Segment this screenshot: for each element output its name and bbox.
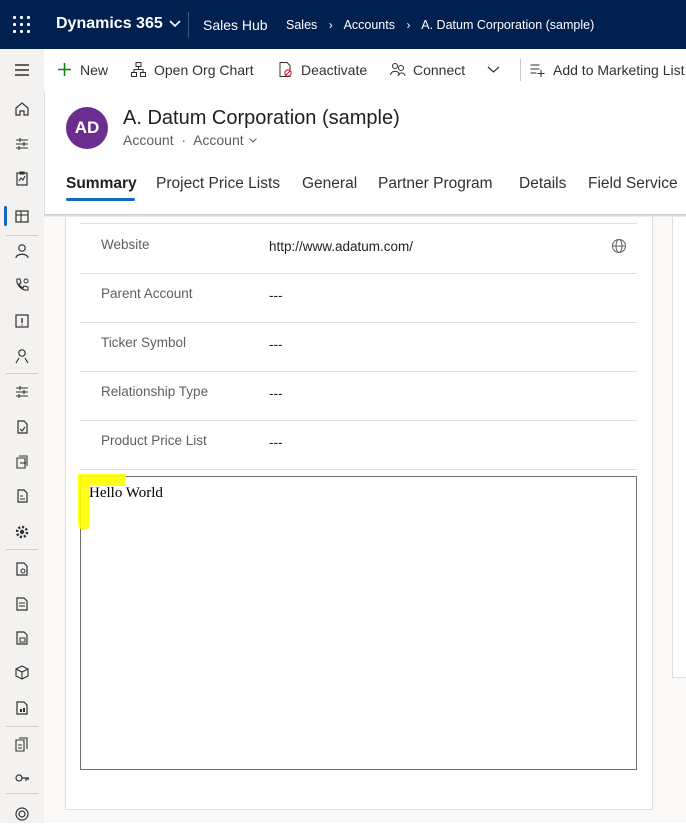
divider xyxy=(6,726,38,727)
field-label-product-price-list: Product Price List xyxy=(101,433,207,448)
entity-name: Account xyxy=(123,132,174,148)
open-org-chart-label: Open Org Chart xyxy=(154,61,254,78)
field-website: Website http://www.adatum.com/ xyxy=(80,223,637,274)
ticker-symbol-value[interactable]: --- xyxy=(269,337,283,352)
field-label-parent-account: Parent Account xyxy=(101,286,193,301)
breadcrumb: Sales › Accounts › A. Datum Corporation … xyxy=(286,18,602,32)
target-icon[interactable] xyxy=(0,797,44,831)
activities-phone-icon[interactable] xyxy=(0,268,44,302)
add-list-icon xyxy=(530,64,545,77)
globe-icon[interactable] xyxy=(611,238,627,254)
connect-label: Connect xyxy=(413,61,466,78)
lead-icon[interactable] xyxy=(0,339,44,373)
pipeline-icon[interactable] xyxy=(0,375,44,409)
record-title: A. Datum Corporation (sample) xyxy=(123,107,400,129)
quote-icon[interactable] xyxy=(0,410,44,444)
chevron-right-icon: › xyxy=(328,18,333,32)
alert-icon[interactable] xyxy=(0,304,44,338)
deactivate-icon xyxy=(279,62,292,77)
connect-button[interactable]: Connect xyxy=(389,61,465,78)
invoice-icon[interactable] xyxy=(0,479,44,513)
tab-project-price-lists[interactable]: Project Price Lists xyxy=(156,175,280,193)
clipboard-icon[interactable] xyxy=(0,161,44,195)
divider xyxy=(6,373,38,374)
chevron-right-icon: › xyxy=(406,18,411,32)
separator-dot: · xyxy=(177,132,190,148)
deactivate-button[interactable]: Deactivate xyxy=(277,61,367,78)
add-to-marketing-list-label: Add to Marketing List xyxy=(553,61,685,78)
plus-icon xyxy=(58,63,71,76)
reports-icon[interactable] xyxy=(0,728,44,762)
form-name: Account xyxy=(193,132,244,148)
settings-gear-icon[interactable] xyxy=(0,515,44,549)
field-relationship-type: Relationship Type --- xyxy=(80,371,637,421)
document-icon[interactable] xyxy=(0,587,44,621)
web-resource-frame[interactable]: Hello World xyxy=(80,476,637,770)
connect-dropdown-chevron-icon[interactable] xyxy=(485,61,509,78)
divider xyxy=(188,12,189,38)
command-bar: New Open Org Chart Deactivate Connect Ad… xyxy=(44,49,686,91)
new-button[interactable]: New xyxy=(56,61,108,78)
parent-account-value[interactable]: --- xyxy=(269,288,283,303)
tab-partner-program[interactable]: Partner Program xyxy=(378,175,493,193)
document-copy-icon[interactable] xyxy=(0,621,44,655)
top-bar: Dynamics 365 Sales Hub Sales › Accounts … xyxy=(0,0,686,49)
right-panel-card xyxy=(672,217,686,678)
deactivate-label: Deactivate xyxy=(301,61,368,78)
divider xyxy=(520,59,521,81)
org-chart-icon xyxy=(131,62,146,77)
contacts-icon[interactable] xyxy=(0,234,44,268)
product-box-icon[interactable] xyxy=(0,656,44,690)
relationship-type-value[interactable]: --- xyxy=(269,386,283,401)
record-subtitle: Account · Account xyxy=(123,132,258,148)
active-tab-indicator xyxy=(66,198,135,201)
highlight-mark xyxy=(78,480,90,530)
app-name[interactable]: Dynamics 365 xyxy=(56,15,163,33)
tab-details[interactable]: Details xyxy=(519,175,566,193)
product-price-list-value[interactable]: --- xyxy=(269,435,283,450)
add-to-marketing-list-button[interactable]: Add to Marketing List xyxy=(529,61,685,78)
order-icon[interactable] xyxy=(0,445,44,479)
hub-name[interactable]: Sales Hub xyxy=(203,17,268,33)
tab-general[interactable]: General xyxy=(302,175,357,193)
tab-summary[interactable]: Summary xyxy=(66,175,137,193)
connect-icon xyxy=(390,63,406,77)
home-icon[interactable] xyxy=(0,92,44,126)
breadcrumb-accounts[interactable]: Accounts xyxy=(344,18,395,32)
tab-field-service[interactable]: Field Service xyxy=(588,175,678,193)
field-parent-account: Parent Account --- xyxy=(80,273,637,323)
breadcrumb-sales[interactable]: Sales xyxy=(286,18,317,32)
key-icon[interactable] xyxy=(0,762,44,796)
field-product-price-list: Product Price List --- xyxy=(80,420,637,470)
hamburger-menu-icon[interactable] xyxy=(0,53,44,87)
form-selector[interactable]: Account xyxy=(193,132,257,148)
left-nav xyxy=(0,49,45,823)
chevron-down-icon xyxy=(248,138,257,143)
price-list-icon[interactable] xyxy=(0,691,44,725)
field-ticker-symbol: Ticker Symbol --- xyxy=(80,322,637,372)
divider xyxy=(6,549,38,550)
field-label-ticker-symbol: Ticker Symbol xyxy=(101,335,187,350)
recent-icon[interactable] xyxy=(0,127,44,161)
field-label-website: Website xyxy=(101,237,150,252)
accounts-icon[interactable] xyxy=(0,199,44,233)
web-resource-text: Hello World xyxy=(89,485,163,501)
field-label-relationship-type: Relationship Type xyxy=(101,384,209,399)
website-value[interactable]: http://www.adatum.com/ xyxy=(269,239,413,254)
new-label: New xyxy=(80,61,109,78)
breadcrumb-record: A. Datum Corporation (sample) xyxy=(421,18,595,32)
document-search-icon[interactable] xyxy=(0,552,44,586)
app-launcher-icon[interactable] xyxy=(13,16,31,34)
app-switcher-chevron-icon[interactable] xyxy=(168,13,182,37)
avatar: AD xyxy=(66,107,108,149)
tab-list: Summary Project Price Lists General Part… xyxy=(44,166,686,214)
divider xyxy=(6,793,38,794)
open-org-chart-button[interactable]: Open Org Chart xyxy=(130,61,254,78)
